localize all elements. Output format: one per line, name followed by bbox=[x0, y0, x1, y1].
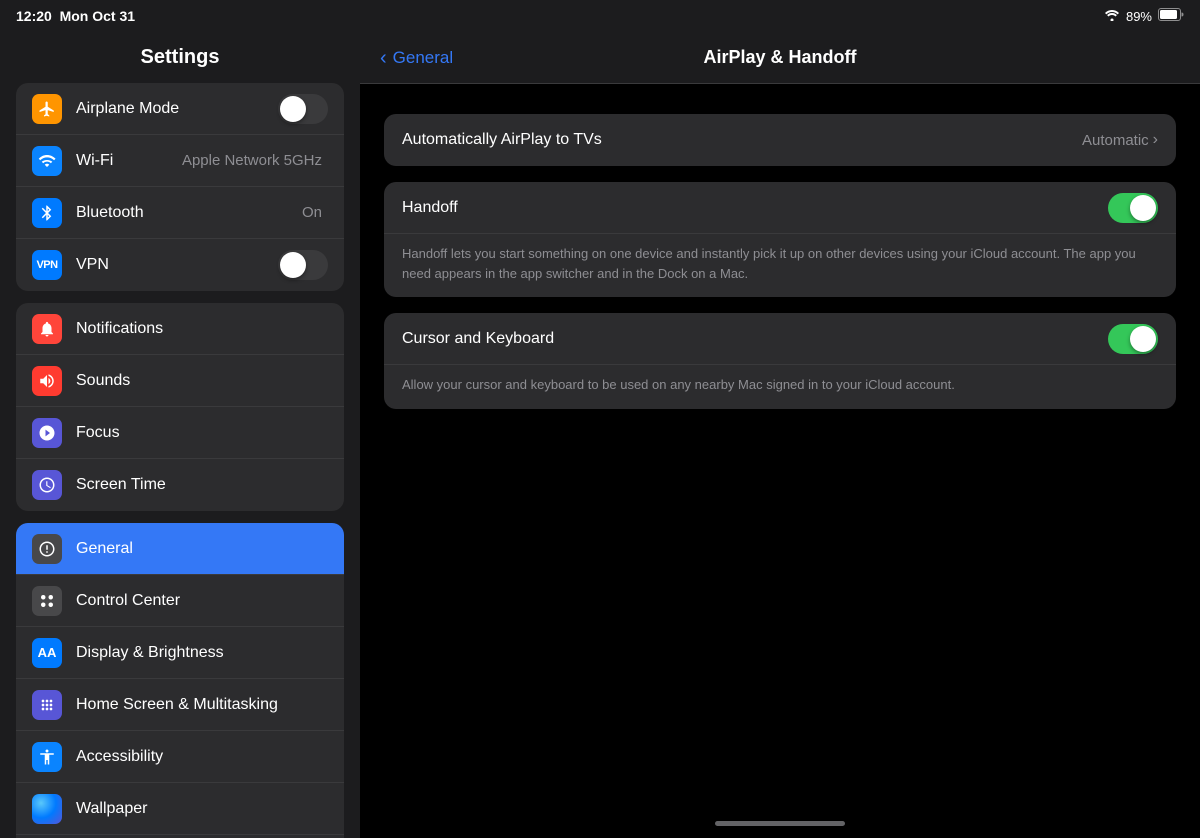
general-icon bbox=[32, 534, 62, 564]
wallpaper-label: Wallpaper bbox=[76, 800, 328, 818]
handoff-card: Handoff Handoff lets you start something… bbox=[384, 182, 1176, 297]
sidebar-item-accessibility[interactable]: Accessibility bbox=[16, 731, 344, 783]
sidebar-item-sounds[interactable]: Sounds bbox=[16, 355, 344, 407]
wifi-label: Wi-Fi bbox=[76, 152, 182, 170]
sounds-icon bbox=[32, 366, 62, 396]
wifi-settings-icon bbox=[32, 146, 62, 176]
cursor-keyboard-label: Cursor and Keyboard bbox=[402, 330, 1108, 348]
content-body: Automatically AirPlay to TVs Automatic ›… bbox=[360, 84, 1200, 455]
notifications-icon bbox=[32, 314, 62, 344]
sidebar-item-focus[interactable]: Focus bbox=[16, 407, 344, 459]
cursor-keyboard-card: Cursor and Keyboard Allow your cursor an… bbox=[384, 313, 1176, 409]
airplane-mode-icon bbox=[32, 94, 62, 124]
bluetooth-value: On bbox=[302, 204, 322, 221]
airplay-card: Automatically AirPlay to TVs Automatic › bbox=[384, 114, 1176, 166]
back-button[interactable]: ‹ General bbox=[380, 48, 460, 68]
focus-label: Focus bbox=[76, 424, 328, 442]
vpn-toggle[interactable] bbox=[278, 250, 328, 280]
status-bar: 12:20 Mon Oct 31 89% bbox=[0, 0, 1200, 32]
battery-percentage: 89% bbox=[1126, 9, 1152, 24]
main-layout: Settings Airplane Mode Wi-Fi Apple Netwo… bbox=[0, 32, 1200, 838]
handoff-row: Handoff bbox=[384, 182, 1176, 234]
bluetooth-icon bbox=[32, 198, 62, 228]
cursor-keyboard-description: Allow your cursor and keyboard to be use… bbox=[384, 365, 1176, 409]
wifi-icon bbox=[1104, 9, 1120, 24]
auto-airplay-label: Automatically AirPlay to TVs bbox=[402, 131, 1082, 149]
wallpaper-icon bbox=[32, 794, 62, 824]
scroll-indicator bbox=[715, 821, 845, 826]
sidebar-item-bluetooth[interactable]: Bluetooth On bbox=[16, 187, 344, 239]
sidebar-group-connectivity: Airplane Mode Wi-Fi Apple Network 5GHz B… bbox=[16, 83, 344, 291]
sidebar-item-general[interactable]: General bbox=[16, 523, 344, 575]
airplane-mode-toggle[interactable] bbox=[278, 94, 328, 124]
sidebar-item-notifications[interactable]: Notifications bbox=[16, 303, 344, 355]
sidebar-item-airplane-mode[interactable]: Airplane Mode bbox=[16, 83, 344, 135]
general-label: General bbox=[76, 540, 328, 558]
back-label: General bbox=[393, 48, 453, 68]
sidebar-group-system2: General Control Center AA Display & Brig… bbox=[16, 523, 344, 838]
handoff-label: Handoff bbox=[402, 199, 1108, 217]
accessibility-label: Accessibility bbox=[76, 748, 328, 766]
content-title: AirPlay & Handoff bbox=[460, 47, 1100, 68]
airplane-mode-label: Airplane Mode bbox=[76, 100, 278, 118]
auto-airplay-chevron: › bbox=[1153, 131, 1158, 149]
vpn-icon: VPN bbox=[32, 250, 62, 280]
sidebar-item-vpn[interactable]: VPN VPN bbox=[16, 239, 344, 291]
cursor-keyboard-toggle[interactable] bbox=[1108, 324, 1158, 354]
sidebar-title: Settings bbox=[0, 32, 360, 83]
auto-airplay-row[interactable]: Automatically AirPlay to TVs Automatic › bbox=[384, 114, 1176, 166]
screen-time-icon bbox=[32, 470, 62, 500]
sidebar-item-wallpaper[interactable]: Wallpaper bbox=[16, 783, 344, 835]
notifications-label: Notifications bbox=[76, 320, 328, 338]
sidebar: Settings Airplane Mode Wi-Fi Apple Netwo… bbox=[0, 32, 360, 838]
auto-airplay-value: Automatic bbox=[1082, 132, 1149, 149]
cursor-keyboard-row: Cursor and Keyboard bbox=[384, 313, 1176, 365]
content-footer bbox=[360, 455, 1200, 838]
sounds-label: Sounds bbox=[76, 372, 328, 390]
handoff-toggle[interactable] bbox=[1108, 193, 1158, 223]
content-header: ‹ General AirPlay & Handoff bbox=[360, 32, 1200, 84]
chevron-left-icon: ‹ bbox=[380, 48, 387, 68]
sidebar-item-screen-time[interactable]: Screen Time bbox=[16, 459, 344, 511]
screen-time-label: Screen Time bbox=[76, 476, 328, 494]
status-indicators: 89% bbox=[1104, 8, 1184, 24]
battery-icon bbox=[1158, 8, 1184, 24]
display-brightness-icon: AA bbox=[32, 638, 62, 668]
status-time-date: 12:20 Mon Oct 31 bbox=[16, 8, 135, 24]
bluetooth-label: Bluetooth bbox=[76, 204, 302, 222]
focus-icon bbox=[32, 418, 62, 448]
sidebar-group-system1: Notifications Sounds Focus bbox=[16, 303, 344, 511]
wifi-value: Apple Network 5GHz bbox=[182, 152, 322, 169]
sidebar-item-control-center[interactable]: Control Center bbox=[16, 575, 344, 627]
sidebar-item-display-brightness[interactable]: AA Display & Brightness bbox=[16, 627, 344, 679]
display-brightness-label: Display & Brightness bbox=[76, 644, 328, 662]
accessibility-icon bbox=[32, 742, 62, 772]
content-area: ‹ General AirPlay & Handoff Automaticall… bbox=[360, 32, 1200, 838]
handoff-description: Handoff lets you start something on one … bbox=[384, 234, 1176, 297]
sidebar-item-wifi[interactable]: Wi-Fi Apple Network 5GHz bbox=[16, 135, 344, 187]
home-screen-icon bbox=[32, 690, 62, 720]
home-screen-label: Home Screen & Multitasking bbox=[76, 696, 328, 714]
sidebar-item-home-screen[interactable]: Home Screen & Multitasking bbox=[16, 679, 344, 731]
control-center-icon bbox=[32, 586, 62, 616]
control-center-label: Control Center bbox=[76, 592, 328, 610]
vpn-label: VPN bbox=[76, 256, 278, 274]
